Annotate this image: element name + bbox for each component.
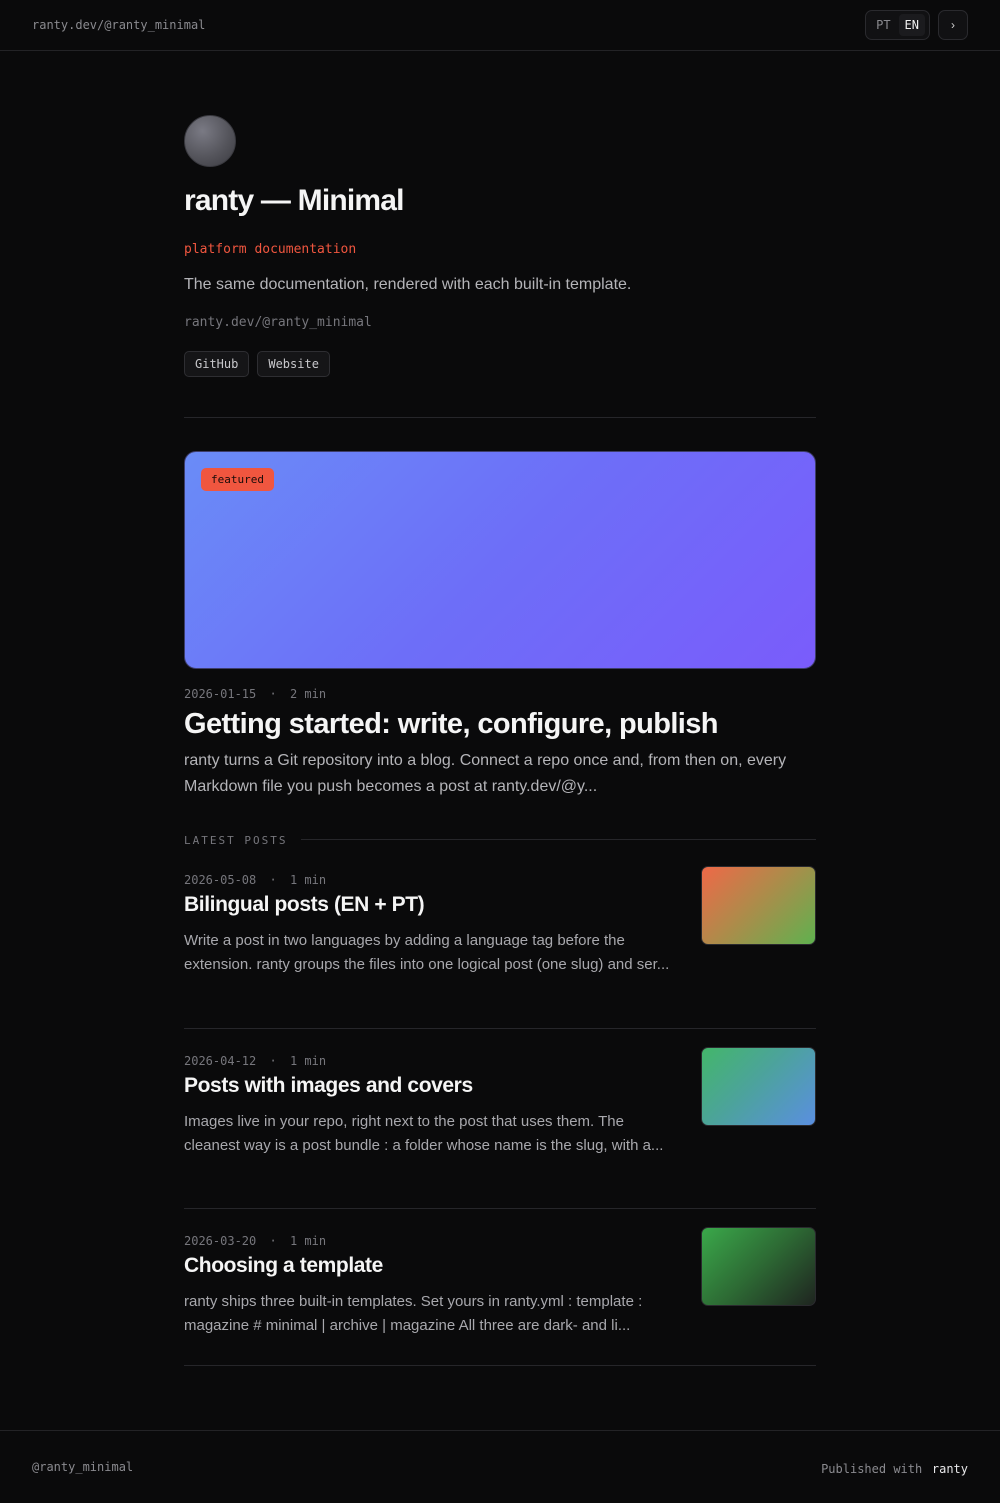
avatar: [184, 115, 236, 167]
theme-toggle-button[interactable]: ›: [938, 10, 968, 40]
footer-credit: Published with ranty: [821, 1458, 968, 1477]
section-divider: [290, 839, 816, 840]
top-bar-controls: PT EN ›: [865, 10, 968, 40]
profile-divider: [184, 417, 816, 418]
featured-badge: featured: [201, 468, 274, 491]
chevron-right-icon: ›: [951, 18, 955, 32]
post-thumbnail[interactable]: [701, 1047, 816, 1126]
featured-post-title[interactable]: Getting started: write, configure, publi…: [184, 708, 718, 741]
post-date: 2026-04-12: [184, 1054, 257, 1068]
footer-handle: @ranty_minimal: [32, 1460, 134, 1474]
github-link[interactable]: GitHub: [184, 351, 250, 377]
post-divider: [184, 1208, 816, 1209]
post-meta: 2026-04-12 · 1 min: [184, 1054, 326, 1068]
footer-published-with: Published with: [821, 1461, 923, 1476]
post-divider: [184, 1028, 816, 1029]
meta-separator: ·: [269, 873, 277, 887]
featured-post-cover[interactable]: featured: [184, 451, 816, 669]
post-read-time: 1 min: [289, 1234, 327, 1248]
meta-separator: ·: [269, 687, 277, 701]
site-title: ranty — Minimal: [184, 184, 405, 217]
latest-posts-heading: LATEST POSTS: [184, 834, 302, 847]
language-option-pt[interactable]: PT: [870, 14, 896, 36]
post-meta: 2026-05-08 · 1 min: [184, 873, 326, 887]
site-tagline: platform documentation: [184, 242, 357, 257]
post-date: 2026-03-20: [184, 1234, 257, 1248]
featured-post-excerpt: ranty turns a Git repository into a blog…: [184, 752, 787, 795]
language-switcher: PT EN: [865, 10, 930, 40]
website-link[interactable]: Website: [257, 351, 330, 377]
post-title[interactable]: Bilingual posts (EN + PT): [184, 893, 425, 917]
site-url: ranty.dev/@ranty_minimal: [184, 315, 372, 330]
post-title[interactable]: Choosing a template: [184, 1254, 383, 1278]
post-excerpt: Write a post in two languages by adding …: [184, 932, 670, 973]
featured-post-meta: 2026-01-15 · 2 min: [184, 687, 326, 701]
profile-links: GitHub Website: [184, 351, 330, 377]
post-excerpt: Images live in your repo, right next to …: [184, 1113, 664, 1154]
post-date: 2026-05-08: [184, 873, 257, 887]
meta-separator: ·: [269, 1054, 277, 1068]
site-handle-link[interactable]: ranty.dev/@ranty_minimal: [32, 18, 205, 32]
language-option-en[interactable]: EN: [898, 14, 925, 36]
post-meta: 2026-03-20 · 1 min: [184, 1234, 326, 1248]
featured-post-read-time: 2 min: [289, 687, 327, 701]
post-divider: [184, 1365, 816, 1366]
footer: @ranty_minimal Published with ranty: [0, 1430, 1000, 1503]
post-read-time: 1 min: [289, 873, 327, 887]
post-thumbnail[interactable]: [701, 866, 816, 945]
post-read-time: 1 min: [289, 1054, 327, 1068]
post-excerpt: ranty ships three built-in templates. Se…: [184, 1293, 643, 1334]
top-bar: ranty.dev/@ranty_minimal PT EN ›: [0, 0, 1000, 51]
footer-brand-link[interactable]: ranty: [932, 1462, 968, 1476]
meta-separator: ·: [269, 1234, 277, 1248]
post-thumbnail[interactable]: [701, 1227, 816, 1306]
post-title[interactable]: Posts with images and covers: [184, 1074, 473, 1098]
featured-post-date: 2026-01-15: [184, 687, 257, 701]
site-description: The same documentation, rendered with ea…: [184, 276, 632, 293]
